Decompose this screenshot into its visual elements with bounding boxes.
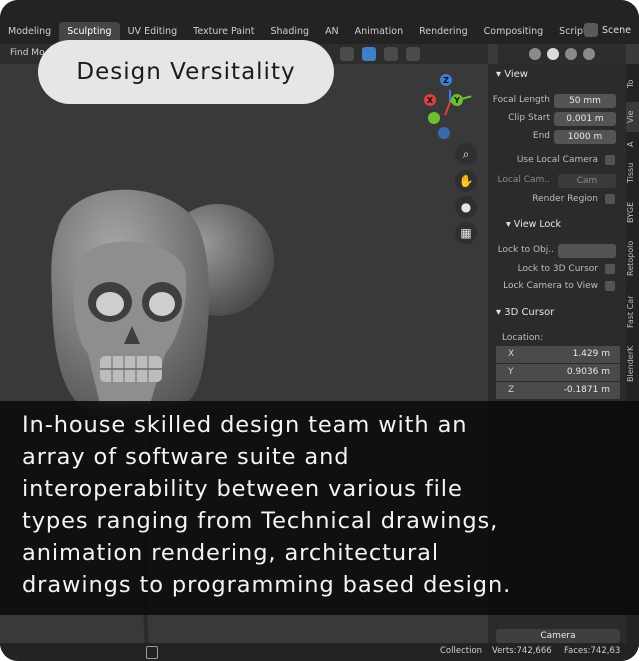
- tab-animation[interactable]: Animation: [347, 22, 411, 42]
- gizmo-x-icon[interactable]: X: [424, 94, 436, 106]
- clip-start-label: Clip Start: [508, 113, 550, 123]
- use-local-camera-checkbox[interactable]: [605, 155, 615, 165]
- render-region-checkbox[interactable]: [605, 194, 615, 204]
- caption-line: In-house skilled design team with an: [22, 412, 468, 438]
- sidebar-tab-a[interactable]: A: [626, 136, 639, 152]
- view-lock-section-header[interactable]: ▾ View Lock: [506, 219, 561, 230]
- overlay-icon[interactable]: [340, 47, 354, 61]
- caption-line: array of software suite and: [22, 444, 350, 470]
- workspace-topbar: Modeling Sculpting UV Editing Texture Pa…: [0, 0, 639, 44]
- location-label: Location:: [502, 333, 544, 343]
- status-faces: Faces:742,63: [564, 646, 621, 656]
- overlay-title: Design Versitality: [38, 40, 334, 104]
- sidebar-tab-tool[interactable]: To: [626, 72, 639, 96]
- sidebar-tab-byge[interactable]: BYGE: [626, 194, 639, 230]
- status-verts: Verts:742,666: [492, 646, 552, 656]
- tab-rendering[interactable]: Rendering: [411, 22, 476, 42]
- sidebar-tab-view[interactable]: Vie: [626, 102, 639, 132]
- tab-shading[interactable]: Shading: [262, 22, 317, 42]
- gizmo-neg-y-icon[interactable]: [428, 112, 440, 124]
- grid-perspective-icon[interactable]: ▦: [455, 222, 477, 244]
- lock-camera-to-view-label: Lock Camera to View: [503, 281, 598, 291]
- shading-mode-buttons: [498, 44, 626, 64]
- status-bar: Collection Verts:742,666 Faces:742,63: [0, 643, 639, 661]
- sidebar-tab-blenderkit[interactable]: BlenderK: [626, 340, 639, 388]
- caption-line: drawings to programming based design.: [22, 572, 512, 598]
- local-camera-label: Local Cam..: [497, 175, 550, 185]
- right-eye: [149, 292, 175, 316]
- shading-icon[interactable]: [406, 47, 420, 61]
- render-region-label: Render Region: [532, 194, 598, 204]
- tab-compositing[interactable]: Compositing: [476, 22, 552, 42]
- 3d-cursor-section-title: 3D Cursor: [504, 307, 555, 318]
- find-menu[interactable]: Find Mo: [10, 48, 45, 58]
- cursor-location-y-field[interactable]: Y 0.9036 m: [496, 364, 620, 381]
- caption-text: In-house skilled design team with an arr…: [22, 409, 622, 601]
- viewport-header-icons: [340, 47, 420, 61]
- zoom-icon[interactable]: ⌕: [455, 143, 477, 165]
- workspace-tabs: Modeling Sculpting UV Editing Texture Pa…: [0, 22, 603, 42]
- blender-window: Modeling Sculpting UV Editing Texture Pa…: [0, 0, 639, 661]
- cursor-location-z-field[interactable]: Z -0.1871 m: [496, 382, 620, 399]
- mouse-icon: [146, 646, 158, 659]
- overlay-caption: In-house skilled design team with an arr…: [0, 401, 639, 615]
- caption-line: types ranging from Technical drawings,: [22, 508, 499, 534]
- view-section-header[interactable]: ▾ View: [496, 69, 528, 80]
- gizmo-toggle-icon[interactable]: [362, 47, 376, 61]
- gizmo-y-icon[interactable]: Y: [451, 94, 463, 106]
- caption-line: animation rendering, architectural: [22, 540, 440, 566]
- tab-texture-paint[interactable]: Texture Paint: [185, 22, 262, 42]
- camera-view-icon[interactable]: ●: [455, 196, 477, 218]
- local-camera-field[interactable]: Cam: [558, 174, 616, 188]
- sidebar-tab-fast-carve[interactable]: Fast Car: [626, 290, 639, 334]
- xray-icon[interactable]: [384, 47, 398, 61]
- wireframe-shading-icon[interactable]: [529, 48, 541, 60]
- tab-an[interactable]: AN: [317, 22, 347, 42]
- pan-hand-icon[interactable]: ✋: [455, 170, 477, 192]
- view-lock-section-title: View Lock: [513, 219, 562, 230]
- camera-field[interactable]: Camera: [496, 629, 620, 643]
- rendered-shading-icon[interactable]: [583, 48, 595, 60]
- sidebar-tab-retopology[interactable]: Retopolo: [626, 234, 639, 282]
- lock-camera-to-view-checkbox[interactable]: [605, 281, 615, 291]
- tab-sculpting[interactable]: Sculpting: [59, 22, 120, 42]
- sidebar-tab-tissu[interactable]: Tissu: [626, 156, 639, 190]
- status-collection: Collection: [440, 646, 483, 656]
- tab-modeling[interactable]: Modeling: [0, 22, 59, 42]
- solid-shading-icon[interactable]: [547, 48, 559, 60]
- gizmo-neg-z-icon[interactable]: [438, 127, 450, 139]
- view-section-title: View: [504, 69, 528, 80]
- tab-uv-editing[interactable]: UV Editing: [120, 22, 186, 42]
- scene-selector[interactable]: Scene: [584, 20, 631, 40]
- left-eye: [96, 292, 124, 316]
- gizmo-z-icon[interactable]: Z: [440, 74, 452, 86]
- caption-line: interoperability between various file: [22, 476, 463, 502]
- clip-end-label: End: [532, 131, 550, 141]
- use-local-camera-label: Use Local Camera: [516, 155, 598, 165]
- 3d-cursor-section-header[interactable]: ▾ 3D Cursor: [496, 307, 554, 318]
- focal-length-field[interactable]: 50 mm: [554, 94, 616, 108]
- clip-start-field[interactable]: 0.001 m: [554, 112, 616, 126]
- material-shading-icon[interactable]: [565, 48, 577, 60]
- scene-icon: [584, 23, 599, 37]
- focal-length-label: Focal Length: [492, 95, 550, 105]
- cursor-location-x-field[interactable]: X 1.429 m: [496, 346, 620, 363]
- clip-end-field[interactable]: 1000 m: [554, 130, 616, 144]
- lock-to-object-label: Lock to Obj..: [497, 245, 554, 255]
- scene-label: Scene: [602, 24, 631, 36]
- lock-to-3d-cursor-checkbox[interactable]: [605, 264, 615, 274]
- lock-to-object-field[interactable]: [558, 244, 616, 258]
- lock-to-3d-cursor-label: Lock to 3D Cursor: [517, 264, 598, 274]
